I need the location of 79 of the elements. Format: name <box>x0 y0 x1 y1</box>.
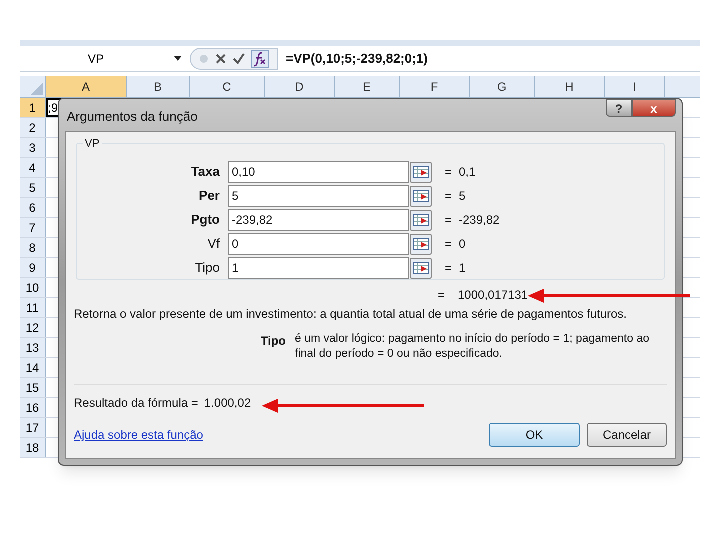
range-select-icon <box>413 214 429 226</box>
argument-result: 0 <box>459 236 466 253</box>
cancel-button[interactable]: Cancelar <box>587 423 667 447</box>
corner-triangle-icon <box>31 83 43 95</box>
equals-sign: = <box>445 188 454 205</box>
argument-label: Per <box>198 187 220 206</box>
argument-label: Tipo <box>194 259 220 278</box>
row-header[interactable]: 5 <box>20 178 46 197</box>
cancel-icon[interactable] <box>215 52 227 64</box>
close-button[interactable]: x <box>632 99 676 117</box>
cell-text: ;9 <box>48 101 58 115</box>
column-header[interactable]: C <box>190 76 265 97</box>
row-header[interactable]: 10 <box>20 278 46 297</box>
argument-help-label: Tipo <box>260 333 286 350</box>
column-header[interactable]: A <box>46 76 127 97</box>
row-header[interactable]: 9 <box>20 258 46 277</box>
grip-icon <box>199 54 209 64</box>
range-select-icon <box>413 166 429 178</box>
argument-field[interactable]: 0,10 <box>228 161 409 183</box>
range-select-button[interactable] <box>410 234 432 254</box>
help-button[interactable]: ? <box>606 99 632 117</box>
range-select-button[interactable] <box>410 210 432 230</box>
equals-sign: = <box>445 212 454 229</box>
column-header[interactable]: H <box>535 76 605 97</box>
row-header[interactable]: 12 <box>20 318 46 337</box>
dialog-title: Argumentos da função <box>67 108 198 126</box>
row-header[interactable]: 2 <box>20 118 46 137</box>
argument-field[interactable]: 1 <box>228 257 409 279</box>
range-select-button[interactable] <box>410 258 432 278</box>
argument-result: 0,1 <box>459 164 476 181</box>
row-header[interactable]: 15 <box>20 378 46 397</box>
argument-field[interactable]: 5 <box>228 185 409 207</box>
row-header[interactable]: 17 <box>20 418 46 437</box>
row-header[interactable]: 18 <box>20 438 46 457</box>
argument-help-text: é um valor lógico: pagamento no início do período = 1; pagamento ao final do período = 0 ou não especificado. <box>295 332 651 362</box>
equals-sign: = <box>445 260 454 277</box>
row-header[interactable]: 7 <box>20 218 46 237</box>
equals-sign: = <box>445 236 454 253</box>
row-header[interactable]: 3 <box>20 138 46 157</box>
column-header[interactable]: B <box>127 76 190 97</box>
formula-result: 1.000,02 <box>204 395 252 412</box>
argument-result: 1 <box>459 260 466 277</box>
row-header[interactable]: 11 <box>20 298 46 317</box>
help-link[interactable]: Ajuda sobre esta função <box>74 426 204 444</box>
name-box[interactable]: VP <box>20 48 190 70</box>
column-header[interactable]: F <box>400 76 470 97</box>
equals-sign: = <box>438 287 446 304</box>
range-select-button[interactable] <box>410 162 432 182</box>
argument-result: 5 <box>459 188 466 205</box>
row-header[interactable]: 4 <box>20 158 46 177</box>
argument-field[interactable]: 0 <box>228 233 409 255</box>
range-select-button[interactable] <box>410 186 432 206</box>
dropdown-caret-icon[interactable] <box>174 56 182 61</box>
equals-sign: = <box>445 164 454 181</box>
argument-label: Taxa <box>190 163 220 182</box>
column-header[interactable]: I <box>605 76 665 97</box>
check-icon[interactable] <box>233 52 245 64</box>
argument-label: Vf <box>206 235 220 254</box>
argument-result: -239,82 <box>459 212 500 229</box>
argument-field[interactable]: -239,82 <box>228 209 409 231</box>
column-header[interactable]: G <box>470 76 535 97</box>
ok-button[interactable]: OK <box>489 423 580 447</box>
formula-input[interactable]: =VP(0,10;5;-239,82;0;1) <box>278 48 700 68</box>
range-select-icon <box>413 190 429 202</box>
argument-label: Pgto <box>190 211 220 230</box>
column-header[interactable]: E <box>335 76 400 97</box>
function-description: Retorna o valor presente de um investimento: a quantia total atual de uma série de pagamentos futuros. <box>74 306 628 323</box>
row-header[interactable]: 6 <box>20 198 46 217</box>
row-header[interactable]: 8 <box>20 238 46 257</box>
row-header[interactable]: 13 <box>20 338 46 357</box>
row-header[interactable]: 16 <box>20 398 46 417</box>
function-result: 1000,017131 <box>458 287 528 304</box>
range-select-icon <box>413 262 429 274</box>
formula-result-label: Resultado da fórmula = <box>74 395 198 412</box>
row-header[interactable]: 14 <box>20 358 46 377</box>
row-header[interactable]: 1 <box>20 98 46 117</box>
range-select-icon <box>413 238 429 250</box>
column-header[interactable]: D <box>265 76 335 97</box>
function-icon[interactable] <box>251 50 269 68</box>
